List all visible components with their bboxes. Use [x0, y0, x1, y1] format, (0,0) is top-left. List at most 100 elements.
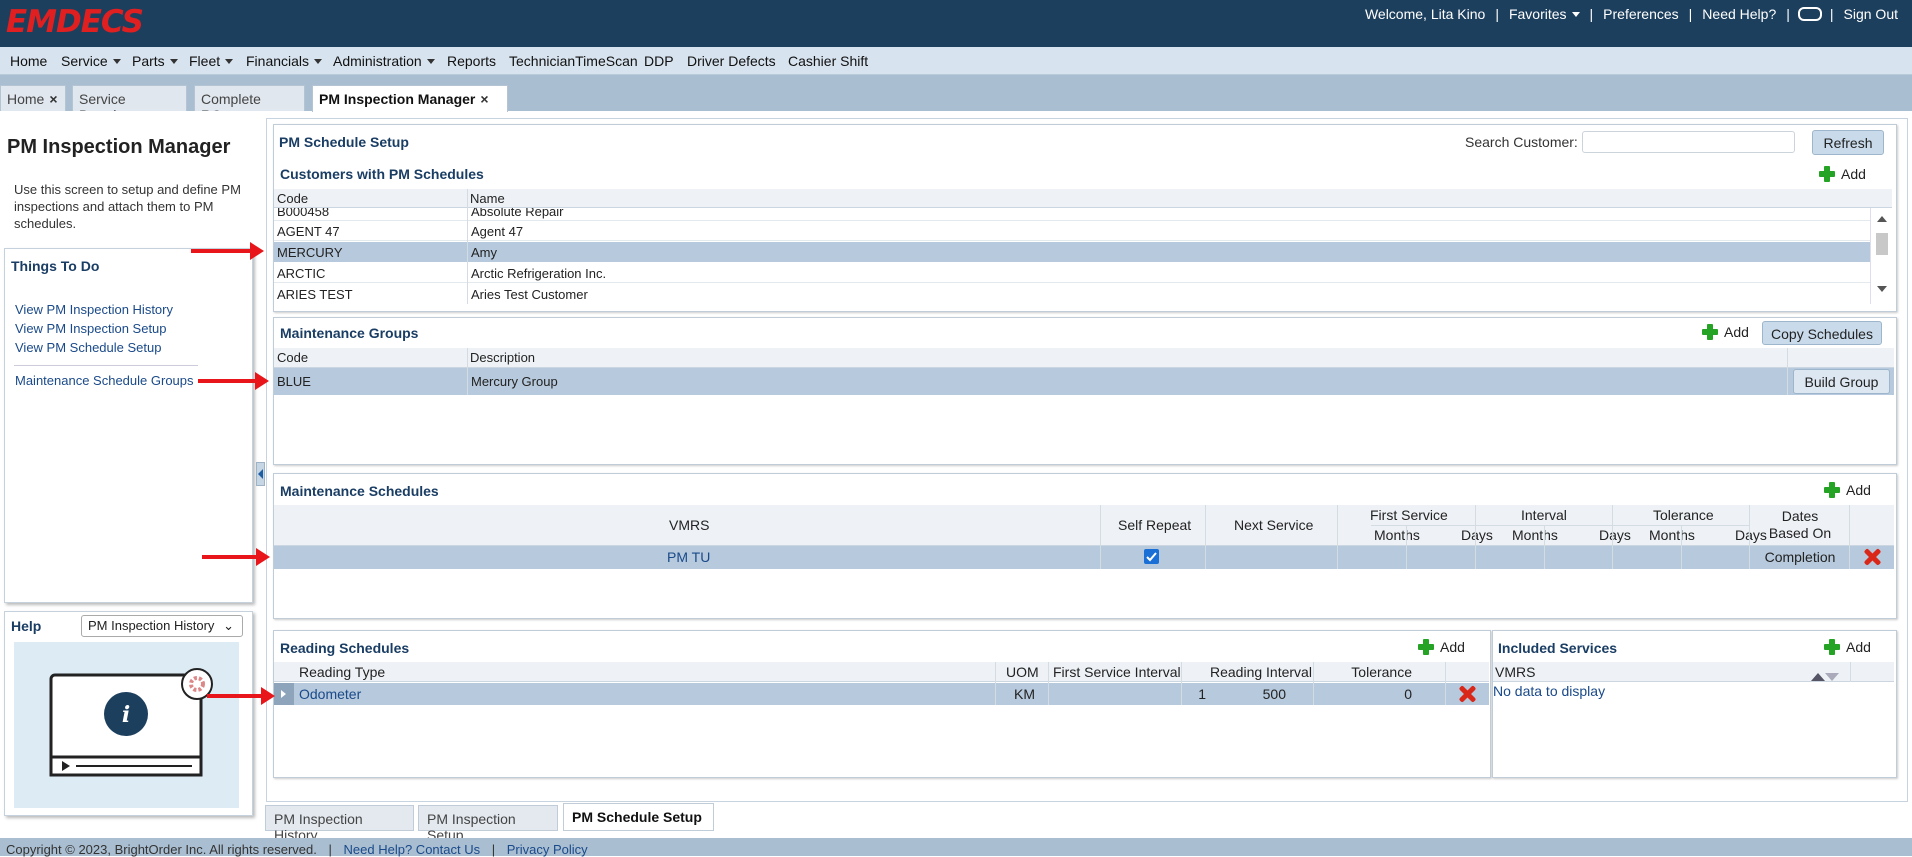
cell-uom: KM — [1014, 686, 1035, 702]
column-header-vmrs[interactable]: VMRS — [669, 505, 709, 545]
menu-home[interactable]: Home — [10, 53, 47, 69]
scroll-up-icon[interactable] — [1877, 216, 1887, 222]
cell-code: AGENT 47 — [277, 224, 340, 239]
chat-icon[interactable] — [1797, 7, 1822, 21]
column-divider — [1681, 525, 1682, 569]
table-row-selected[interactable]: MERCURY Amy — [274, 242, 1870, 262]
menu-fleet[interactable]: Fleet — [189, 53, 234, 69]
sort-icon[interactable] — [1811, 662, 1839, 681]
table-row[interactable]: AGENT 47 Agent 47 — [274, 221, 1870, 241]
column-header-tolerance[interactable]: Tolerance — [1342, 662, 1412, 681]
menu-label: TechnicianTimeScan — [509, 53, 638, 69]
chevron-down-icon — [426, 59, 435, 64]
view-pm-inspection-history-link[interactable]: View PM Inspection History — [15, 302, 173, 317]
column-header-first-service-interval[interactable]: First Service Interval — [1053, 662, 1181, 681]
help-video-thumbnail[interactable]: i — [14, 642, 239, 808]
preferences-link[interactable]: Preferences — [1595, 6, 1686, 22]
menu-service[interactable]: Service — [61, 53, 121, 69]
menu-driver-defects[interactable]: Driver Defects — [687, 53, 776, 69]
delete-schedule-icon[interactable] — [1863, 548, 1881, 566]
menu-financials[interactable]: Financials — [246, 53, 323, 69]
sign-out-link[interactable]: Sign Out — [1836, 6, 1906, 22]
table-row-selected[interactable]: PM TU Completion — [274, 546, 1894, 569]
help-select-value: PM Inspection History — [88, 618, 215, 633]
collapse-panel-handle[interactable] — [256, 462, 265, 486]
column-header-reading-interval[interactable]: Reading Interval — [1210, 662, 1312, 681]
column-header-description[interactable]: Description — [470, 348, 535, 367]
self-repeat-checkbox[interactable] — [1144, 549, 1159, 564]
privacy-policy-link[interactable]: Privacy Policy — [507, 842, 588, 857]
column-header-uom[interactable]: UOM — [1006, 662, 1039, 681]
page-description: Use this screen to setup and define PM i… — [14, 182, 241, 231]
add-reading-button[interactable]: Add — [1418, 639, 1465, 655]
view-pm-schedule-setup-link[interactable]: View PM Schedule Setup — [15, 340, 161, 355]
app-logo[interactable]: EMDECS — [6, 4, 144, 40]
menu-cashier-shift[interactable]: Cashier Shift — [788, 53, 868, 69]
column-divider — [1313, 662, 1314, 705]
column-header-code[interactable]: Code — [277, 189, 308, 207]
cell-name: Agent 47 — [471, 224, 524, 239]
row-expander[interactable] — [274, 683, 294, 705]
annotation-arrow — [198, 372, 269, 390]
search-customer-input[interactable] — [1582, 131, 1795, 153]
close-icon[interactable]: × — [480, 91, 488, 107]
column-header-reading-type[interactable]: Reading Type — [299, 662, 385, 681]
column-header-dates-based-on[interactable]: Dates Based On — [1761, 505, 1839, 545]
header-divider — [1371, 525, 1749, 526]
welcome-text: Welcome, Lita Kino — [1364, 6, 1486, 22]
cell-first-service-interval: 1 — [1198, 686, 1206, 702]
need-help-link[interactable]: Need Help? — [1694, 6, 1784, 22]
table-row-selected[interactable]: Odometer KM 1 500 0 — [274, 683, 1489, 705]
cell-code: B000458 — [277, 208, 330, 219]
tab-home[interactable]: Home × — [0, 85, 66, 111]
table-row[interactable]: B000458 Absolute Repair — [274, 208, 1870, 221]
tab-pm-inspection-manager[interactable]: PM Inspection Manager × — [312, 85, 508, 112]
delete-reading-icon[interactable] — [1458, 685, 1476, 703]
tab-pm-inspection-setup[interactable]: PM Inspection Setup — [418, 805, 558, 843]
vmrs-link[interactable]: PM TU — [667, 546, 710, 569]
scroll-down-icon[interactable] — [1877, 286, 1887, 292]
view-pm-inspection-setup-link[interactable]: View PM Inspection Setup — [15, 321, 167, 336]
menu-ddp[interactable]: DDP — [644, 53, 674, 69]
close-icon[interactable]: × — [49, 91, 57, 107]
column-divider — [1181, 662, 1182, 705]
scroll-thumb[interactable] — [1876, 233, 1888, 255]
menu-parts[interactable]: Parts — [132, 53, 178, 69]
add-group-button[interactable]: Add — [1702, 324, 1749, 340]
maintenance-schedule-groups-link[interactable]: Maintenance Schedule Groups — [15, 373, 194, 388]
plus-icon — [1824, 482, 1840, 498]
add-included-service-button[interactable]: Add — [1824, 639, 1871, 655]
add-schedule-button[interactable]: Add — [1824, 482, 1871, 498]
tab-pm-inspection-history[interactable]: PM Inspection History — [265, 805, 414, 843]
menu-administration[interactable]: Administration — [333, 53, 435, 69]
customers-title: Customers with PM Schedules — [280, 166, 484, 182]
column-header-next-service[interactable]: Next Service — [1234, 505, 1313, 545]
reading-type-link[interactable]: Odometer — [299, 683, 361, 705]
table-row-selected[interactable]: BLUE Mercury Group — [274, 368, 1894, 395]
column-divider — [1544, 525, 1545, 569]
table-row[interactable]: ARIES TEST Aries Test Customer — [274, 284, 1870, 304]
contact-us-link[interactable]: Need Help? Contact Us — [344, 842, 481, 857]
add-customer-button[interactable]: Add — [1819, 166, 1866, 182]
copy-schedules-button[interactable]: Copy Schedules — [1762, 321, 1882, 345]
table-row[interactable]: ARCTIC Arctic Refrigeration Inc. — [274, 263, 1870, 283]
help-topic-select[interactable]: PM Inspection History ⌄ — [81, 615, 243, 637]
customers-scrollbar[interactable] — [1870, 208, 1892, 304]
menu-reports[interactable]: Reports — [447, 53, 496, 69]
build-group-button[interactable]: Build Group — [1793, 369, 1890, 394]
column-header-vmrs[interactable]: VMRS — [1495, 662, 1535, 681]
column-header-self-repeat[interactable]: Self Repeat — [1118, 505, 1191, 545]
cell-reading-interval: 500 — [1262, 686, 1286, 702]
column-header-code[interactable]: Code — [277, 348, 308, 367]
add-label: Add — [1846, 639, 1871, 655]
annotation-arrow — [191, 242, 264, 260]
chevron-down-icon: ⌄ — [223, 618, 234, 633]
refresh-button[interactable]: Refresh — [1812, 130, 1884, 155]
tab-service-board[interactable]: Service Board× — [72, 85, 187, 123]
check-icon — [1146, 552, 1157, 562]
tab-pm-schedule-setup[interactable]: PM Schedule Setup — [563, 803, 714, 831]
column-header-name[interactable]: Name — [470, 189, 505, 207]
menu-technician-time-scan[interactable]: TechnicianTimeScan — [509, 53, 638, 69]
favorites-menu[interactable]: Favorites — [1501, 6, 1588, 22]
tab-complete-ro[interactable]: Complete RO× — [194, 85, 305, 123]
